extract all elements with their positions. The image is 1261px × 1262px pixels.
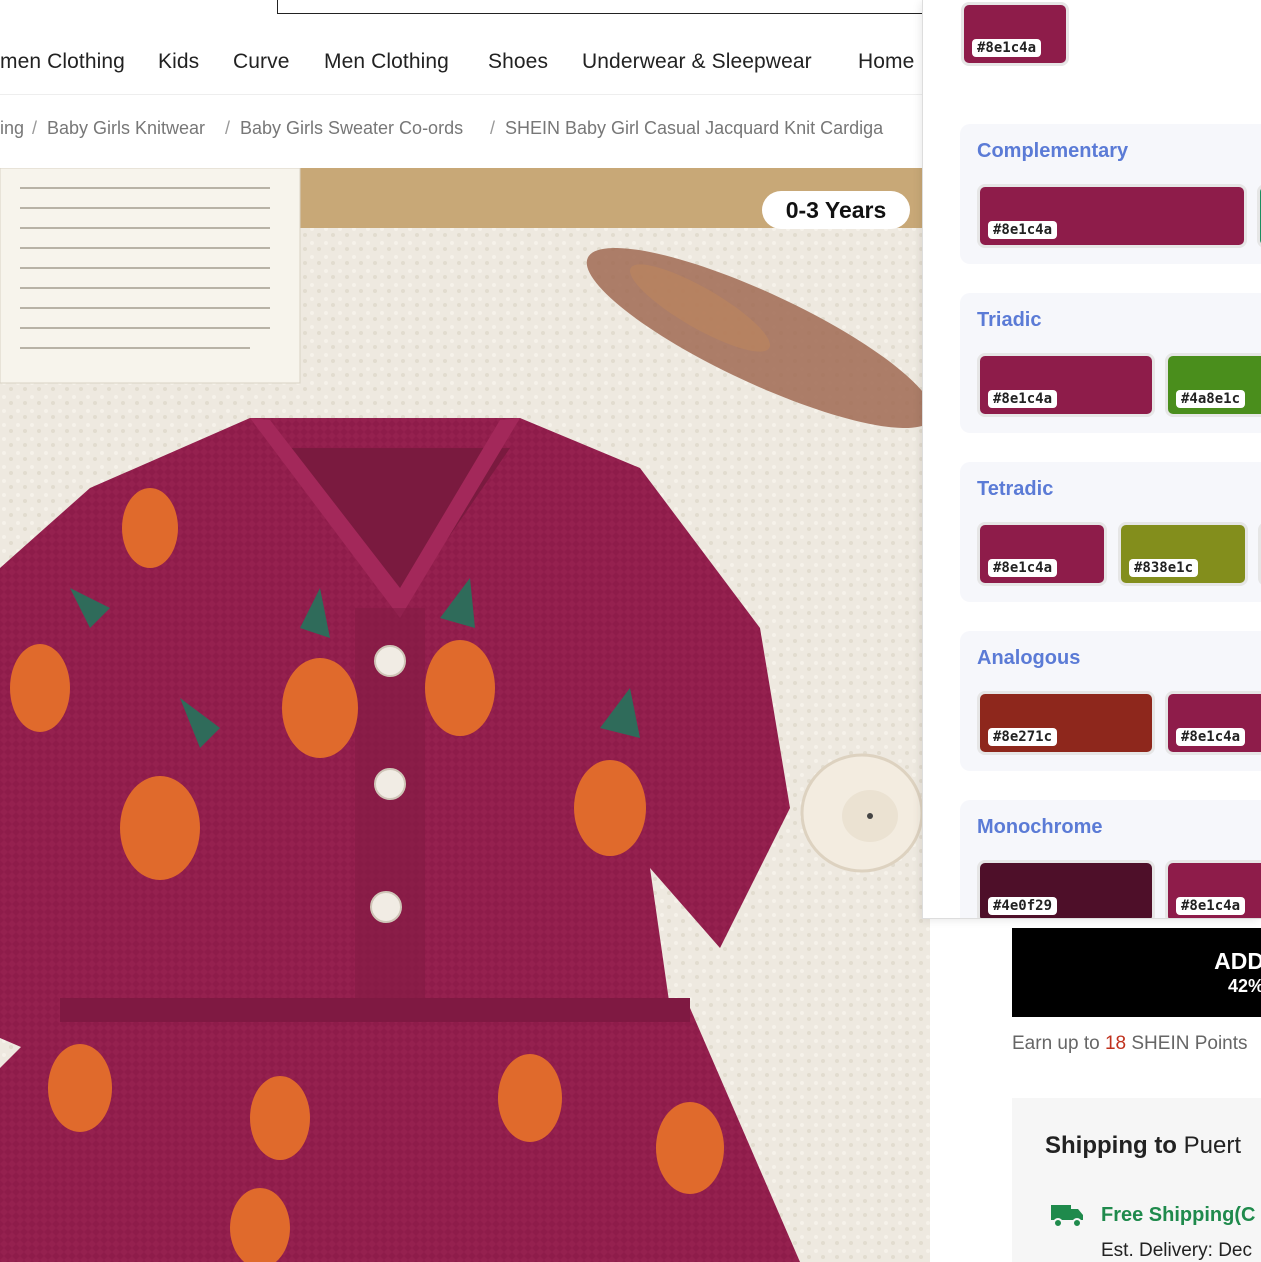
points-info: Earn up to 18 SHEIN Points: [1012, 1033, 1248, 1055]
points-prefix: Earn up to: [1012, 1033, 1100, 1054]
nav-item-shoes[interactable]: Shoes: [488, 50, 548, 74]
base-color-swatch[interactable]: #8e1c4a: [961, 2, 1069, 66]
nav-item-men-clothing[interactable]: Men Clothing: [324, 50, 449, 74]
color-swatch[interactable]: #8e1c4a: [977, 522, 1107, 586]
swatch-hex: #838e1c: [1129, 559, 1199, 577]
swatch-hex: #8e1c4a: [988, 390, 1058, 408]
breadcrumb-item[interactable]: Baby Girls Knitwear: [47, 118, 205, 139]
color-swatch[interactable]: #838e1c: [1118, 522, 1248, 586]
shipping-destination: Puert: [1183, 1132, 1242, 1159]
swatch-hex: #8e1c4a: [988, 221, 1058, 239]
color-swatch[interactable]: #8e1c4a: [977, 184, 1247, 248]
points-value: 18: [1104, 1033, 1127, 1054]
section-monochrome: Monochrome #4e0f29 #8e1c4a: [960, 800, 1261, 918]
section-title: Tetradic: [977, 478, 1054, 500]
nav-item-underwear-sleepwear[interactable]: Underwear & Sleepwear: [582, 50, 812, 74]
candle-holder: [800, 753, 924, 873]
estimated-delivery: Est. Delivery: Dec: [1101, 1240, 1252, 1261]
swatch-hex: #8e1c4a: [1176, 897, 1246, 915]
add-to-bag-button[interactable]: ADD 42%: [1012, 928, 1261, 1017]
breadcrumb-item[interactable]: Baby Girls Sweater Co-ords: [240, 118, 463, 139]
section-title: Triadic: [977, 309, 1042, 331]
search-box[interactable]: [277, 0, 977, 14]
swatch-hex: #8e1c4a: [1176, 728, 1246, 746]
section-analogous: Analogous #8e271c #8e1c4a: [960, 631, 1261, 771]
swatch-hex: #8e1c4a: [972, 39, 1042, 57]
color-swatch[interactable]: #8e1c4a: [1165, 691, 1261, 755]
color-swatch[interactable]: #8e1c4a: [977, 353, 1155, 417]
section-tetradic: Tetradic #8e1c4a #838e1c: [960, 462, 1261, 602]
breadcrumb: ing / Baby Girls Knitwear / Baby Girls S…: [0, 118, 922, 144]
points-suffix: SHEIN Points: [1131, 1033, 1248, 1054]
color-swatch[interactable]: #8e271c: [977, 691, 1155, 755]
product-photo: [0, 168, 930, 1262]
breadcrumb-separator: /: [490, 118, 496, 138]
section-title: Analogous: [977, 647, 1081, 669]
breadcrumb-item[interactable]: ing: [0, 118, 24, 139]
nav-item-women-clothing[interactable]: men Clothing: [0, 50, 125, 74]
swatch-hex: #8e1c4a: [988, 559, 1058, 577]
add-button-label: ADD: [1214, 948, 1261, 974]
swatch-hex: #4a8e1c: [1176, 390, 1246, 408]
product-image[interactable]: [0, 168, 930, 1262]
swatch-hex: #4e0f29: [988, 897, 1058, 915]
nav-item-home[interactable]: Home: [858, 50, 914, 74]
shipping-label: Shipping to: [1045, 1132, 1177, 1159]
book: [0, 168, 301, 384]
age-badge: 0-3 Years: [762, 191, 910, 229]
add-button-discount: 42%: [1227, 976, 1261, 996]
truck-icon: [1051, 1205, 1083, 1228]
nav-divider: [0, 94, 930, 95]
breadcrumb-separator: /: [32, 118, 38, 138]
free-shipping-label: Free Shipping(C: [1101, 1204, 1256, 1226]
color-swatch[interactable]: [1257, 184, 1261, 248]
breadcrumb-separator: /: [225, 118, 231, 138]
color-swatch[interactable]: #8e1c4a: [1165, 860, 1261, 918]
breadcrumb-current: SHEIN Baby Girl Casual Jacquard Knit Car…: [505, 118, 884, 138]
color-palette-panel: #8e1c4a Complementary #8e1c4a Triadic #8…: [922, 0, 1261, 919]
shipping-title[interactable]: Shipping to Puert: [1045, 1132, 1241, 1160]
swatch-hex: #8e271c: [988, 728, 1058, 746]
category-nav: men Clothing Kids Curve Men Clothing Sho…: [0, 40, 930, 88]
section-title: Monochrome: [977, 816, 1103, 838]
section-complementary: Complementary #8e1c4a: [960, 124, 1261, 264]
section-triadic: Triadic #8e1c4a #4a8e1c: [960, 293, 1261, 433]
nav-item-curve[interactable]: Curve: [233, 50, 290, 74]
section-title: Complementary: [977, 140, 1129, 162]
shipping-card: Shipping to Puert Free Shipping(C Est. D…: [1012, 1098, 1261, 1262]
skirt: [0, 998, 800, 1262]
color-swatch[interactable]: #4e0f29: [977, 860, 1155, 918]
nav-item-kids[interactable]: Kids: [158, 50, 199, 74]
color-swatch[interactable]: #4a8e1c: [1165, 353, 1261, 417]
